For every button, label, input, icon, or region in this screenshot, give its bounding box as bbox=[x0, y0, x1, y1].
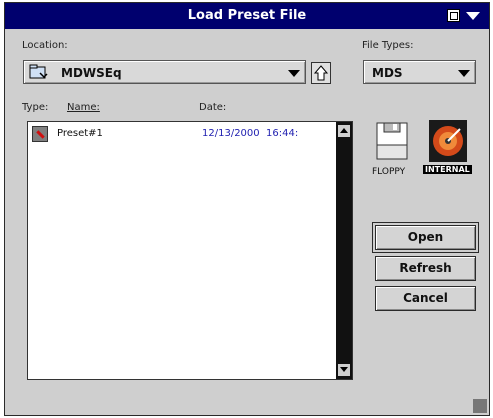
chevron-down-icon bbox=[458, 70, 470, 77]
open-button[interactable]: Open bbox=[372, 222, 479, 253]
floppy-label: FLOPPY bbox=[372, 167, 406, 177]
parent-folder-button[interactable] bbox=[311, 62, 331, 84]
preset-file-icon bbox=[32, 126, 48, 142]
file-date: 12/13/2000 16:44: bbox=[202, 128, 299, 139]
filetypes-label: File Types: bbox=[362, 40, 414, 51]
hard-disk-icon bbox=[429, 120, 467, 162]
scroll-down-button[interactable] bbox=[338, 364, 350, 376]
folder-icon bbox=[29, 64, 48, 79]
title-bar[interactable]: Load Preset File bbox=[5, 3, 489, 29]
scrollbar[interactable] bbox=[336, 122, 352, 379]
column-date[interactable]: Date: bbox=[199, 102, 226, 113]
window-zoom-button[interactable] bbox=[447, 9, 460, 22]
window-title: Load Preset File bbox=[187, 8, 307, 23]
refresh-button[interactable]: Refresh bbox=[375, 256, 476, 281]
column-type[interactable]: Type: bbox=[22, 102, 48, 113]
filetypes-dropdown[interactable]: MDS bbox=[363, 60, 476, 84]
file-list[interactable]: Preset#1 12/13/2000 16:44: bbox=[27, 121, 353, 380]
internal-label: INTERNAL bbox=[423, 165, 472, 174]
location-dropdown[interactable]: MDWSEq bbox=[23, 60, 306, 84]
load-preset-dialog: Load Preset File Location: MDWSEq File T… bbox=[4, 2, 490, 416]
location-value: MDWSEq bbox=[61, 66, 122, 80]
list-item[interactable]: Preset#1 12/13/2000 16:44: bbox=[32, 126, 332, 144]
internal-drive[interactable] bbox=[428, 119, 468, 163]
floppy-disk-icon bbox=[376, 122, 408, 160]
chevron-down-icon bbox=[288, 70, 300, 77]
column-name[interactable]: Name: bbox=[67, 102, 100, 113]
location-label: Location: bbox=[22, 40, 68, 51]
file-name: Preset#1 bbox=[57, 128, 103, 139]
window-collapse-icon[interactable] bbox=[466, 12, 480, 20]
scroll-up-button[interactable] bbox=[338, 125, 350, 137]
resize-grip-icon[interactable] bbox=[473, 399, 487, 413]
cancel-button[interactable]: Cancel bbox=[375, 286, 476, 311]
arrow-up-icon bbox=[313, 65, 329, 81]
floppy-drive[interactable] bbox=[375, 121, 409, 161]
filetypes-value: MDS bbox=[372, 66, 403, 80]
